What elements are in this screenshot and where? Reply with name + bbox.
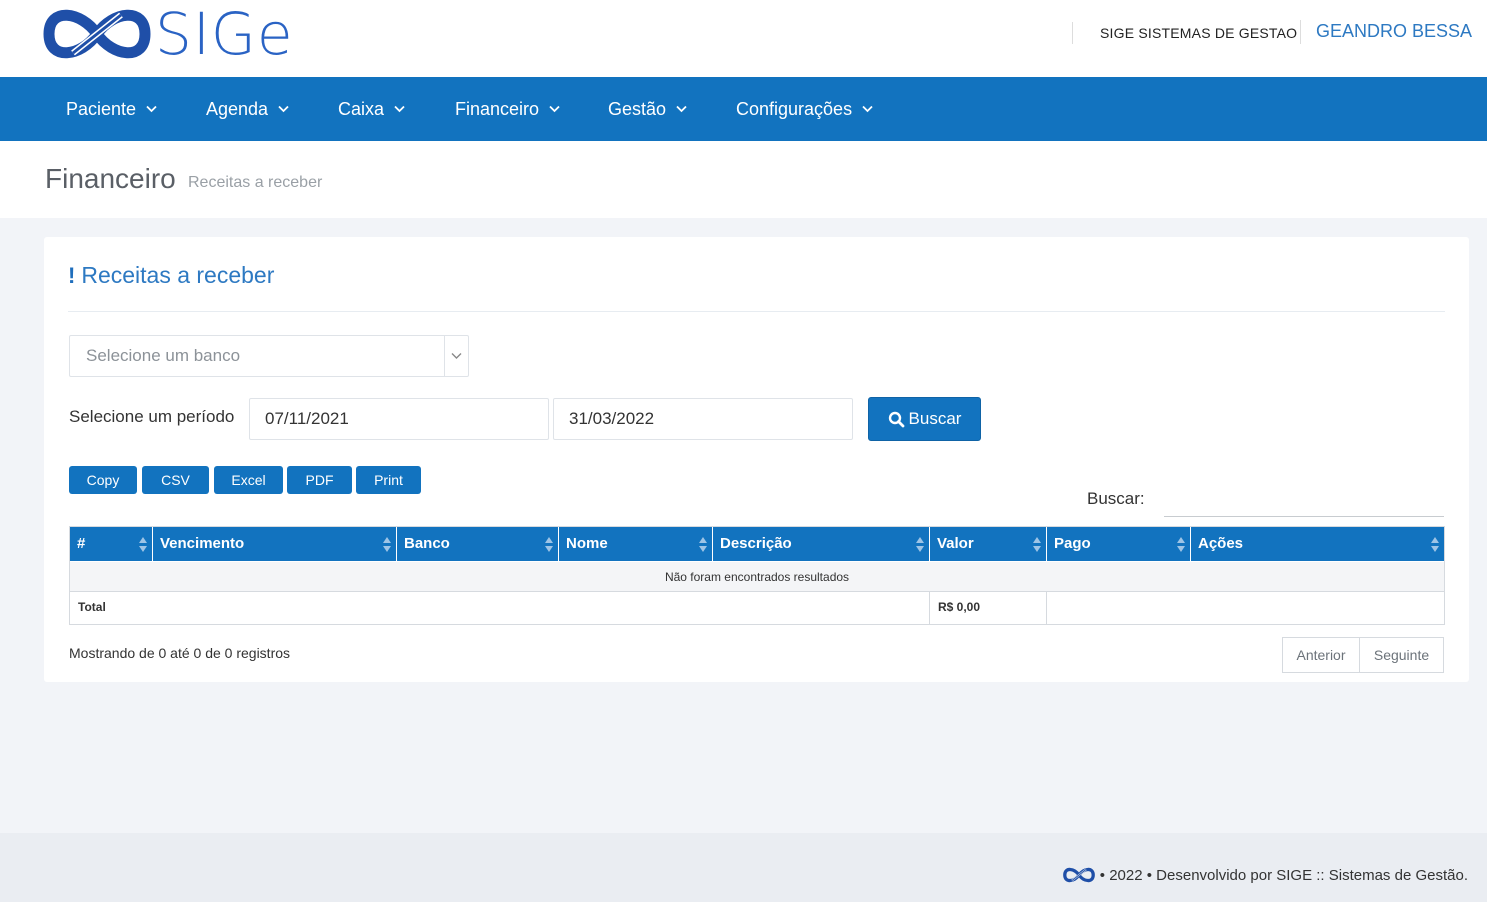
nav-label: Agenda: [206, 99, 269, 119]
chevron-down-icon: [862, 105, 873, 113]
next-page-button[interactable]: Seguinte: [1360, 637, 1444, 673]
column-header-label: Pago: [1054, 535, 1091, 552]
divider: [68, 311, 1445, 312]
infinity-logo-icon: [43, 9, 151, 59]
page-footer: • 2022 • Desenvolvido por SIGE :: Sistem…: [0, 833, 1487, 902]
total-empty-cell: [1047, 592, 1444, 624]
buscar-button-label: Buscar: [908, 409, 962, 428]
sort-icon: [139, 537, 147, 552]
sort-icon: [1431, 537, 1439, 552]
column-header-descricao[interactable]: Descrição: [713, 527, 930, 561]
sort-icon: [383, 537, 391, 552]
chevron-down-icon: [146, 105, 157, 113]
column-header-nome[interactable]: Nome: [559, 527, 713, 561]
nav-label: Paciente: [66, 99, 137, 119]
chevron-down-icon: [278, 105, 289, 113]
column-header-vencimento[interactable]: Vencimento: [153, 527, 397, 561]
footer-copyright: • 2022 • Desenvolvido por SIGE :: Sistem…: [1099, 866, 1468, 884]
bank-select-placeholder: Selecione um banco: [86, 346, 241, 365]
sort-icon: [1177, 537, 1185, 552]
receitas-table: # Vencimento Banco Nome Descrição Valor: [69, 526, 1445, 625]
user-menu[interactable]: GEANDRO BESSA: [1300, 20, 1472, 44]
date-end-input[interactable]: [553, 398, 853, 440]
column-header-pago[interactable]: Pago: [1047, 527, 1191, 561]
chevron-down-icon: [444, 336, 468, 376]
total-label: Total: [70, 592, 930, 624]
chevron-down-icon: [394, 105, 405, 113]
column-header-valor[interactable]: Valor: [930, 527, 1047, 561]
copy-button[interactable]: Copy: [69, 466, 137, 494]
total-row: Total R$ 0,00: [70, 592, 1444, 624]
nav-label: Gestão: [608, 99, 667, 119]
print-button[interactable]: Print: [356, 466, 421, 494]
column-header-label: #: [77, 535, 86, 552]
page-subtitle: Receitas a receber: [188, 174, 323, 191]
column-header-label: Vencimento: [160, 535, 245, 552]
total-value: R$ 0,00: [930, 592, 1047, 624]
receitas-card: ! Receitas a receber Selecione um banco …: [44, 237, 1469, 682]
prev-page-button[interactable]: Anterior: [1282, 637, 1360, 673]
page-title-bar: Financeiro Receitas a receber: [0, 141, 1487, 218]
table-header: # Vencimento Banco Nome Descrição Valor: [70, 527, 1444, 562]
date-start-input[interactable]: [249, 398, 549, 440]
column-header-label: Valor: [937, 535, 974, 552]
column-header-label: Ações: [1198, 535, 1244, 552]
empty-row: Não foram encontrados resultados: [70, 562, 1444, 592]
nav-label: Financeiro: [455, 99, 540, 119]
infinity-logo-icon: [1062, 867, 1095, 883]
main-navbar: Paciente Agenda Caixa Financeiro Gestão …: [0, 77, 1487, 141]
sort-icon: [916, 537, 924, 552]
nav-item-paciente[interactable]: Paciente: [66, 77, 157, 141]
period-label: Selecione um período: [69, 407, 235, 426]
chevron-down-icon: [676, 105, 687, 113]
excel-button[interactable]: Excel: [214, 466, 283, 494]
footer-text: • 2022 • Desenvolvido por SIGE :: Sistem…: [1062, 865, 1468, 885]
column-header-label: Descrição: [720, 535, 792, 552]
column-header-label: Nome: [566, 535, 608, 552]
nav-item-financeiro[interactable]: Financeiro: [455, 77, 560, 141]
buscar-button[interactable]: Buscar: [868, 397, 981, 441]
table-search-input[interactable]: [1164, 479, 1444, 517]
nav-item-caixa[interactable]: Caixa: [338, 77, 405, 141]
chevron-down-icon: [549, 105, 560, 113]
sort-icon: [699, 537, 707, 552]
top-header: SIGe SIGE SISTEMAS DE GESTAO GEANDRO BES…: [0, 0, 1487, 77]
sige-logo[interactable]: SIGe: [43, 0, 294, 68]
search-icon: [888, 411, 904, 427]
nav-item-configuracoes[interactable]: Configurações: [736, 77, 873, 141]
table-info: Mostrando de 0 até 0 de 0 registros: [69, 645, 291, 661]
company-name: SIGE SISTEMAS DE GESTAO: [1072, 22, 1309, 44]
card-title-text: Receitas a receber: [81, 262, 275, 288]
csv-button[interactable]: CSV: [142, 466, 209, 494]
exclamation-icon: !: [68, 262, 76, 288]
nav-item-gestao[interactable]: Gestão: [608, 77, 687, 141]
column-header-number[interactable]: #: [70, 527, 153, 561]
table-search-label: Buscar:: [1087, 489, 1145, 508]
column-header-acoes[interactable]: Ações: [1191, 527, 1444, 561]
pdf-button[interactable]: PDF: [287, 466, 352, 494]
logo-wordmark: SIGe: [155, 0, 294, 68]
nav-label: Caixa: [338, 99, 385, 119]
column-header-banco[interactable]: Banco: [397, 527, 559, 561]
page-title: Financeiro: [45, 163, 176, 194]
nav-item-agenda[interactable]: Agenda: [206, 77, 289, 141]
column-header-label: Banco: [404, 535, 450, 552]
bank-select[interactable]: Selecione um banco: [69, 335, 469, 377]
nav-label: Configurações: [736, 99, 853, 119]
sort-icon: [545, 537, 553, 552]
card-title: ! Receitas a receber: [68, 262, 274, 289]
sort-icon: [1033, 537, 1041, 552]
